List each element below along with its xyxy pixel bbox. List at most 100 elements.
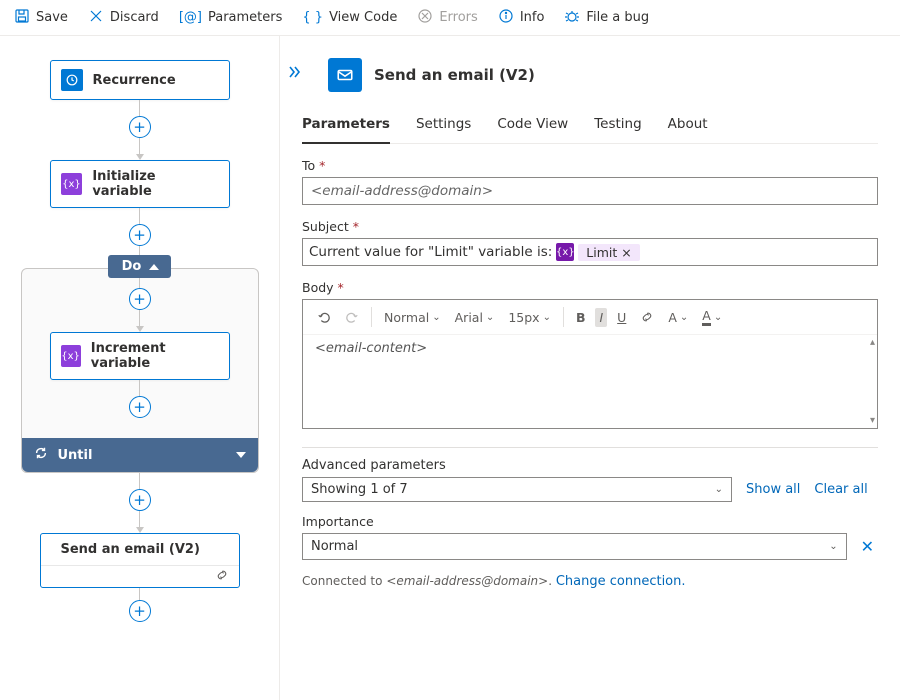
required-mark: * bbox=[319, 158, 325, 173]
node-recurrence[interactable]: Recurrence bbox=[50, 60, 230, 100]
parameters-label: Parameters bbox=[208, 10, 282, 25]
importance-select[interactable]: Normal ⌄ bbox=[302, 533, 847, 560]
clear-all-link[interactable]: Clear all bbox=[814, 482, 867, 497]
until-header[interactable]: Until bbox=[22, 438, 258, 472]
editor-toolbar: Normal ⌄ Arial ⌄ 15px ⌄ B I U A ⌄ A ⌄ bbox=[303, 300, 877, 335]
connection-info: Connected to <email-address@domain>. Cha… bbox=[302, 574, 878, 589]
add-step-button[interactable]: + bbox=[129, 288, 151, 310]
body-label: Body bbox=[302, 280, 334, 295]
details-pane: Send an email (V2) Parameters Settings C… bbox=[280, 36, 900, 700]
node-recurrence-label: Recurrence bbox=[93, 73, 176, 88]
discard-label: Discard bbox=[110, 10, 159, 25]
node-send-email[interactable]: Send an email (V2) bbox=[40, 533, 240, 588]
node-increment-variable[interactable]: {x} Increment variable bbox=[50, 332, 230, 380]
connector: + bbox=[129, 473, 151, 533]
info-icon bbox=[498, 8, 514, 28]
node-initialize-variable[interactable]: {x} Initialize variable bbox=[50, 160, 230, 208]
importance-value: Normal bbox=[311, 539, 358, 554]
file-bug-button[interactable]: File a bug bbox=[556, 4, 657, 32]
parameters-button[interactable]: [@] Parameters bbox=[171, 6, 291, 29]
body-value: <email-content> bbox=[315, 341, 427, 356]
tab-settings[interactable]: Settings bbox=[416, 110, 471, 143]
field-subject: Subject * Current value for "Limit" vari… bbox=[302, 219, 878, 266]
chevron-down-icon bbox=[236, 452, 246, 458]
subject-label: Subject bbox=[302, 219, 349, 234]
divider bbox=[302, 447, 878, 448]
variable-pill-limit[interactable]: Limit × bbox=[578, 244, 639, 261]
save-label: Save bbox=[36, 10, 68, 25]
highlight-button[interactable]: A ⌄ bbox=[698, 306, 726, 328]
top-toolbar: Save Discard [@] Parameters { } View Cod… bbox=[0, 0, 900, 36]
pane-header: Send an email (V2) bbox=[328, 58, 878, 92]
connector: + bbox=[129, 588, 151, 622]
workflow-canvas: Recurrence + {x} Initialize variable + D… bbox=[0, 36, 280, 700]
change-connection-link[interactable]: Change connection. bbox=[556, 574, 686, 589]
add-step-button[interactable]: + bbox=[129, 396, 151, 418]
variable-icon: {x} bbox=[61, 173, 83, 195]
text-color-button[interactable]: A ⌄ bbox=[664, 308, 692, 327]
add-step-button[interactable]: + bbox=[129, 600, 151, 622]
subject-input[interactable]: Current value for "Limit" variable is: {… bbox=[302, 238, 878, 266]
undo-button[interactable] bbox=[313, 308, 335, 326]
redo-button[interactable] bbox=[341, 308, 363, 326]
connected-value: <email-address@domain> bbox=[386, 574, 548, 588]
pane-title: Send an email (V2) bbox=[374, 66, 535, 84]
show-all-link[interactable]: Show all bbox=[746, 482, 800, 497]
until-label: Until bbox=[58, 448, 93, 463]
link-icon bbox=[215, 568, 229, 586]
add-step-button[interactable]: + bbox=[129, 489, 151, 511]
style-select[interactable]: Normal ⌄ bbox=[380, 308, 445, 327]
advanced-parameters-select[interactable]: Showing 1 of 7 ⌄ bbox=[302, 477, 732, 502]
tab-code-view[interactable]: Code View bbox=[497, 110, 568, 143]
add-step-button[interactable]: + bbox=[129, 224, 151, 246]
braces-icon: { } bbox=[302, 10, 323, 25]
parameters-icon: [@] bbox=[179, 10, 202, 25]
info-button[interactable]: Info bbox=[490, 4, 553, 32]
bold-button[interactable]: B bbox=[572, 308, 590, 327]
remove-parameter-button[interactable]: ✕ bbox=[857, 533, 878, 560]
node-init-var-label: Initialize variable bbox=[92, 169, 218, 199]
tab-parameters[interactable]: Parameters bbox=[302, 110, 390, 144]
size-select[interactable]: 15px ⌄ bbox=[504, 308, 555, 327]
subject-text: Current value for "Limit" variable is: bbox=[309, 244, 552, 260]
tab-testing[interactable]: Testing bbox=[594, 110, 641, 143]
add-step-button[interactable]: + bbox=[129, 116, 151, 138]
chevron-down-icon: ⌄ bbox=[715, 484, 723, 495]
font-select[interactable]: Arial ⌄ bbox=[451, 308, 499, 327]
italic-button[interactable]: I bbox=[595, 308, 607, 327]
chevron-up-icon bbox=[149, 264, 159, 270]
bug-icon bbox=[564, 8, 580, 28]
scroll-down-icon[interactable]: ▾ bbox=[870, 415, 875, 426]
advanced-parameters-label: Advanced parameters bbox=[302, 458, 878, 473]
outlook-icon bbox=[328, 58, 362, 92]
discard-button[interactable]: Discard bbox=[80, 4, 167, 32]
errors-label: Errors bbox=[439, 10, 477, 25]
node-email-label: Send an email (V2) bbox=[61, 542, 200, 557]
to-input[interactable]: <email-address@domain> bbox=[302, 177, 878, 205]
loop-icon bbox=[34, 446, 48, 464]
view-code-label: View Code bbox=[329, 10, 397, 25]
field-body: Body * Normal ⌄ Arial ⌄ 15px ⌄ B I U A ⌄… bbox=[302, 280, 878, 429]
connector: + bbox=[129, 380, 151, 418]
chevron-down-icon: ⌄ bbox=[829, 541, 837, 552]
tab-about[interactable]: About bbox=[668, 110, 708, 143]
connected-prefix: Connected to bbox=[302, 574, 382, 588]
advanced-showing-text: Showing 1 of 7 bbox=[311, 482, 408, 497]
view-code-button[interactable]: { } View Code bbox=[294, 6, 405, 29]
underline-button[interactable]: U bbox=[613, 308, 630, 327]
close-icon bbox=[88, 8, 104, 28]
variable-icon: {x} bbox=[556, 243, 574, 261]
file-bug-label: File a bug bbox=[586, 10, 649, 25]
body-input[interactable]: <email-content> ▴ ▾ bbox=[303, 335, 877, 428]
scroll-up-icon[interactable]: ▴ bbox=[870, 337, 875, 348]
save-button[interactable]: Save bbox=[6, 4, 76, 32]
link-button[interactable] bbox=[636, 308, 658, 326]
info-label: Info bbox=[520, 10, 545, 25]
save-icon bbox=[14, 8, 30, 28]
errors-button[interactable]: Errors bbox=[409, 4, 485, 32]
do-header[interactable]: Do bbox=[108, 255, 172, 278]
connector: + bbox=[129, 100, 151, 160]
field-importance: Importance Normal ⌄ ✕ bbox=[302, 514, 878, 560]
node-inc-var-label: Increment variable bbox=[91, 341, 219, 371]
collapse-pane-button[interactable] bbox=[286, 64, 302, 84]
